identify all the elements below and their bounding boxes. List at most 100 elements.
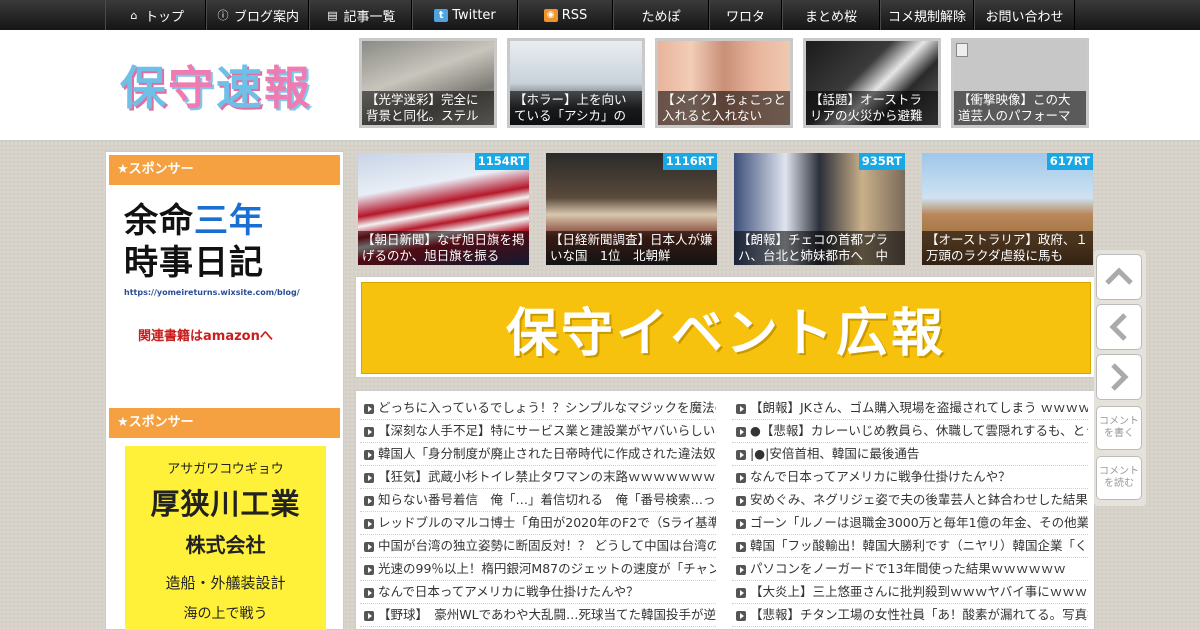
rt-card[interactable]: 935RT 【朗報】チェコの首都プラハ、台北と姉妹都市へ 中: [734, 153, 905, 265]
play-bullet-icon: [736, 542, 746, 552]
rt-card[interactable]: 1154RT 【朝日新聞】なぜ旭日旗を掲げるのか、旭日旗を振る: [358, 153, 529, 265]
ad2-kana: アサガワコウギョウ: [167, 462, 284, 477]
header-thumbnail[interactable]: 【ホラー】上を向いている「アシカ」の: [507, 38, 645, 128]
sponsor-heading: ★スポンサー: [109, 155, 340, 185]
header-thumbnail[interactable]: 【衝撃映像】この大道芸人のパフォーマ: [951, 38, 1089, 128]
news-item-title: ●【悲報】カレーいじめ教員ら、休職して雲隠れするも、とうと: [750, 423, 1088, 438]
news-item[interactable]: なんで日本ってアメリカに戦争仕掛けたんや？: [360, 581, 716, 604]
news-item[interactable]: 韓国人「身分制度が廃止された日帝時代に作成された違法奴隷: [360, 443, 716, 466]
play-bullet-icon: [736, 427, 746, 437]
list-icon: ▤: [327, 8, 338, 22]
ad1-amazon-link[interactable]: 関連書籍はamazonへ: [124, 325, 324, 344]
news-item-title: 韓国人「身分制度が廃止された日帝時代に作成された違法奴隷: [378, 446, 716, 461]
play-bullet-icon: [364, 404, 374, 414]
event-banner[interactable]: 保守イベント広報: [355, 276, 1095, 378]
news-item[interactable]: 【朗報】JKさん、ゴム購入現場を盗撮されてしまう ｗｗｗｗｗ: [732, 397, 1088, 420]
play-bullet-icon: [364, 611, 374, 621]
news-item-title: 【悲報】チタン工場の女性社員「あ！酸素が漏れてる。写真撮: [750, 607, 1088, 622]
play-bullet-icon: [364, 588, 374, 598]
nav-item[interactable]: ◉ RSS: [518, 0, 613, 30]
thumbnail-caption: 【光学迷彩】完全に背景と同化。ステル: [362, 91, 494, 125]
news-item[interactable]: 【大炎上】三上悠亜さんに批判殺到ｗｗｗヤバイ事にｗｗｗｗ: [732, 581, 1088, 604]
news-item-title: 中国が台湾の独立姿勢に断固反対！？ どうして中国は台湾の独: [378, 538, 716, 553]
sidebar: ★スポンサー 余命三年 時事日記 https://yomeireturns.wi…: [105, 151, 344, 630]
nav-item-label: コメ規制解除: [887, 9, 966, 25]
play-bullet-icon: [736, 519, 746, 529]
news-item[interactable]: どっちに入っているでしょう！？シンプルなマジックを魔法の: [360, 397, 716, 420]
write-comment-button[interactable]: コメントを書く: [1096, 406, 1142, 450]
news-item-title: 光速の99％以上！楕円銀河M87のジェットの速度が「チャンド: [378, 561, 716, 576]
logo-char: 保: [120, 61, 168, 115]
news-item[interactable]: レッドブルのマルコ博士「角田が2020年のF2で（Sライ基準を: [360, 512, 716, 535]
play-bullet-icon: [364, 473, 374, 483]
news-item[interactable]: 【狂気】武蔵小杉トイレ禁止タワマンの末路ｗｗｗｗｗｗｗｗ: [360, 466, 716, 489]
site-logo[interactable]: 保守速報: [120, 52, 312, 118]
header-thumbnail[interactable]: 【光学迷彩】完全に背景と同化。ステル: [359, 38, 497, 128]
nav-item[interactable]: ワロタ: [709, 0, 782, 30]
ad-asagawa-kogyo[interactable]: アサガワコウギョウ 厚狭川工業 株式会社 造船・外艤装設計 海の上で戦う: [125, 446, 326, 630]
sponsor-heading: ★スポンサー: [109, 408, 340, 438]
news-item-title: なんで日本ってアメリカに戦争仕掛けたんや？: [750, 469, 1011, 484]
info-icon: ⓘ: [217, 8, 229, 22]
home-icon: ⌂: [130, 8, 138, 22]
news-item[interactable]: パソコンをノーガードで13年間使った結果ｗｗｗｗｗｗ: [732, 558, 1088, 581]
nav-item[interactable]: t Twitter: [412, 0, 518, 30]
news-item-title: |●|安倍首相、韓国に最後通告: [750, 446, 920, 461]
news-item[interactable]: 知らない番号着信 俺「…」着信切れる 俺「番号検索…っと: [360, 489, 716, 512]
ad2-business: 造船・外艤装設計: [165, 574, 286, 592]
play-bullet-icon: [736, 588, 746, 598]
nav-item-label: お問い合わせ: [985, 9, 1064, 25]
nav-item[interactable]: ためぽ: [613, 0, 709, 30]
news-item[interactable]: 【深刻な人手不足】特にサービス業と建設業がヤバいらしい: [360, 420, 716, 443]
nav-item[interactable]: コメ規制解除: [880, 0, 974, 30]
rt-badge: 935RT: [858, 153, 905, 170]
nav-item[interactable]: お問い合わせ: [974, 0, 1075, 30]
nav-item-label: トップ: [144, 9, 184, 25]
play-bullet-icon: [364, 519, 374, 529]
news-item[interactable]: ゴーン「ルノーは退職金3000万と毎年1億の年金、その他業績報: [732, 512, 1088, 535]
thumbnail-caption: 【衝撃映像】この大道芸人のパフォーマ: [954, 91, 1086, 125]
news-item-title: ゴーン「ルノーは退職金3000万と毎年1億の年金、その他業績報: [750, 515, 1088, 530]
header-thumbnail[interactable]: 【メイク】ちょこっと入れると入れない: [655, 38, 793, 128]
broken-image-icon: [956, 43, 968, 57]
news-item[interactable]: |●|安倍首相、韓国に最後通告: [732, 443, 1088, 466]
play-bullet-icon: [364, 565, 374, 575]
play-bullet-icon: [736, 611, 746, 621]
nav-item[interactable]: ⓘ ブログ案内: [206, 0, 309, 30]
play-bullet-icon: [736, 565, 746, 575]
header-thumbnail[interactable]: 【話題】オーストラリアの火災から避難: [803, 38, 941, 128]
write-comment-label: コメントを書く: [1099, 416, 1139, 439]
nav-item[interactable]: ▤ 記事一覧: [309, 0, 412, 30]
ad2-name: 厚狭川工業: [150, 487, 301, 521]
news-item[interactable]: 光速の99％以上！楕円銀河M87のジェットの速度が「チャンド: [360, 558, 716, 581]
scroll-top-button[interactable]: [1096, 254, 1142, 300]
news-item[interactable]: 【野球】 豪州WLであわや大乱闘…死球当てた韓国投手が逆ギ: [360, 604, 716, 627]
ad-yomei-sannen[interactable]: 余命三年 時事日記 https://yomeireturns.wixsite.c…: [124, 200, 324, 380]
next-article-button[interactable]: [1096, 354, 1142, 400]
ad1-url: https://yomeireturns.wixsite.com/blog/: [124, 288, 300, 297]
ad2-more: 海の上で戦う: [183, 606, 268, 622]
prev-article-button[interactable]: [1096, 304, 1142, 350]
rt-card-caption: 【オーストラリア】政府、１万頭のラクダ虐殺に馬も: [922, 231, 1093, 265]
nav-item[interactable]: ⌂ トップ: [105, 0, 206, 30]
news-item[interactable]: 韓国「フッ酸輸出！韓国大勝利です（ニヤリ）韓国企業「くそ: [732, 535, 1088, 558]
rt-card[interactable]: 1116RT 【日経新聞調査】日本人が嫌いな国 1位 北朝鮮: [546, 153, 717, 265]
nav-item-label: 記事一覧: [343, 9, 396, 25]
nav-item-label: Twitter: [452, 7, 496, 23]
play-bullet-icon: [364, 450, 374, 460]
read-comment-button[interactable]: コメントを読む: [1096, 456, 1142, 500]
play-bullet-icon: [736, 496, 746, 506]
play-bullet-icon: [364, 427, 374, 437]
news-item[interactable]: なんで日本ってアメリカに戦争仕掛けたんや？: [732, 466, 1088, 489]
news-item[interactable]: 【悲報】チタン工場の女性社員「あ！酸素が漏れてる。写真撮: [732, 604, 1088, 627]
news-item[interactable]: ●【悲報】カレーいじめ教員ら、休職して雲隠れするも、とうと: [732, 420, 1088, 443]
news-item-title: 【狂気】武蔵小杉トイレ禁止タワマンの末路ｗｗｗｗｗｗｗｗ: [378, 469, 716, 484]
rt-card-caption: 【朗報】チェコの首都プラハ、台北と姉妹都市へ 中: [734, 231, 905, 265]
thumbnail-caption: 【メイク】ちょこっと入れると入れない: [658, 91, 790, 125]
nav-item[interactable]: まとめ桜: [782, 0, 880, 30]
rt-card[interactable]: 617RT 【オーストラリア】政府、１万頭のラクダ虐殺に馬も: [922, 153, 1093, 265]
news-item-title: パソコンをノーガードで13年間使った結果ｗｗｗｗｗｗ: [750, 561, 1066, 576]
news-item-title: 【朗報】JKさん、ゴム購入現場を盗撮されてしまう ｗｗｗｗｗ: [750, 400, 1088, 415]
news-item[interactable]: 安めぐみ、ネグリジェ姿で夫の後輩芸人と鉢合わせした結果ｗ: [732, 489, 1088, 512]
news-item[interactable]: 中国が台湾の独立姿勢に断固反対！？ どうして中国は台湾の独: [360, 535, 716, 558]
